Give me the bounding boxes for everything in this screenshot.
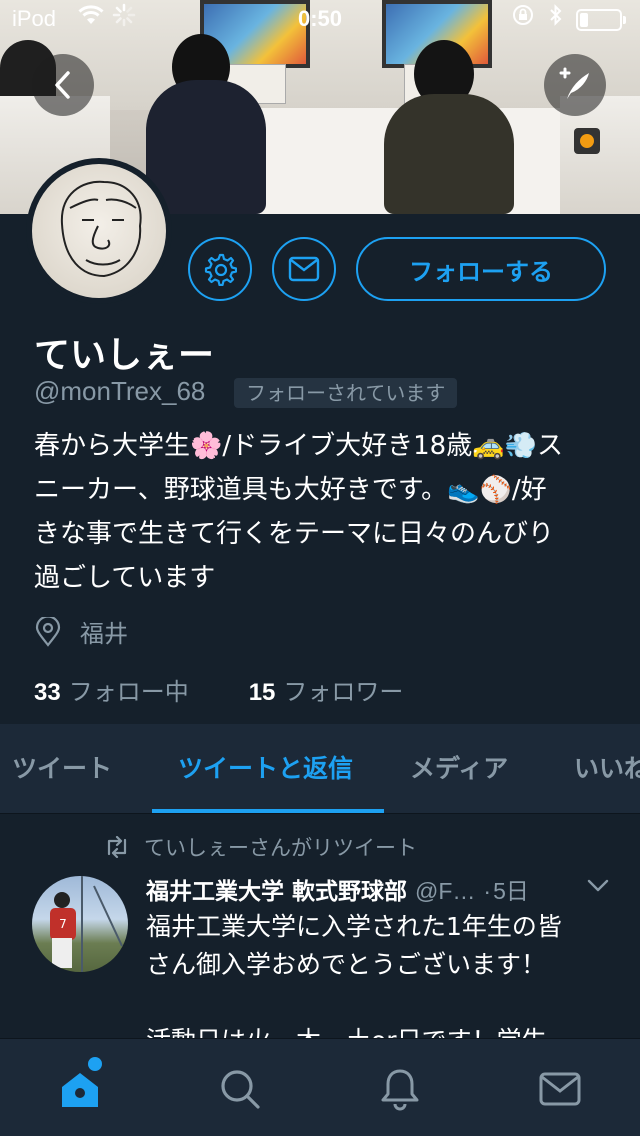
- retweet-note: ていしぇーさんがリツイート: [104, 832, 417, 862]
- bio-line: 春から大学生🌸/ドライブ大好き18歳🚕💨ス: [34, 431, 563, 461]
- tweet-author-avatar[interactable]: 7: [32, 876, 128, 972]
- avatar-sketch-face: [60, 180, 142, 278]
- followers-label: フォロワー: [283, 678, 404, 706]
- back-button[interactable]: [32, 54, 94, 116]
- follow-button[interactable]: フォローする: [356, 237, 606, 301]
- tweet-separator: ·: [483, 878, 492, 904]
- followers-count: 15: [248, 679, 276, 706]
- bell-icon: [381, 1069, 419, 1111]
- home-icon: [62, 1073, 98, 1107]
- gear-icon: [204, 253, 237, 286]
- profile-handle: @monTrex_68: [34, 376, 206, 406]
- compose-tweet-button[interactable]: [544, 54, 606, 116]
- nav-messages[interactable]: [536, 1065, 584, 1113]
- envelope-icon: [288, 256, 320, 282]
- tweet-author-name[interactable]: 福井工業大学 軟式野球部: [146, 879, 407, 905]
- bio-line: きな事で生きて行くをテーマに日々のんびり: [34, 519, 555, 549]
- header-photo-person: [384, 94, 514, 214]
- tweet[interactable]: ていしぇーさんがリツイート 7 福井工業大学 軟式野球部 @F… ·5日 福井工業大…: [0, 814, 640, 1038]
- profile-screen: iPod 0:50 フォローする ていしぇー @monTrex_68 フォローさ…: [0, 0, 640, 1136]
- active-tab-indicator: [152, 809, 384, 813]
- envelope-icon: [539, 1072, 581, 1106]
- chevron-down-icon: [587, 879, 609, 892]
- avatar[interactable]: [26, 158, 172, 304]
- tweet-time: 5日: [493, 878, 529, 904]
- bio-line: 過ごしています: [34, 563, 216, 593]
- tab-tweets-and-replies[interactable]: ツイートと返信: [178, 724, 353, 813]
- following-stat[interactable]: 33 フォロー中: [34, 672, 189, 707]
- profile-stats: 33 フォロー中 15 フォロワー: [34, 672, 463, 707]
- nav-notifications[interactable]: [376, 1065, 424, 1113]
- svg-text:7: 7: [59, 917, 67, 931]
- nav-search[interactable]: [216, 1065, 264, 1113]
- profile-tabs: ツイート ツイートと返信 メディア いいね: [0, 724, 640, 814]
- header-photo-button: [574, 128, 600, 154]
- tweet-text: 福井工業大学に入学された1年生の皆 さん御入学おめでとうございます！ 活動日は火…: [146, 908, 616, 1038]
- header-photo-person: [146, 80, 266, 214]
- profile-location: 福井: [34, 614, 128, 649]
- compose-tweet-icon: [559, 67, 589, 99]
- status-bar: iPod 0:50: [0, 0, 640, 40]
- tweet-text-line: 福井工業大学に入学された1年生の皆: [146, 912, 562, 941]
- tweet-avatar-photo: 7: [50, 876, 123, 972]
- bio-line: ニーカー、野球道具も大好きです。👟⚾/好: [34, 475, 547, 505]
- home-notification-dot: [88, 1057, 102, 1071]
- follows-you-badge: フォローされています: [234, 378, 458, 408]
- tweet-header: 福井工業大学 軟式野球部 @F… ·5日: [146, 872, 529, 906]
- following-count: 33: [34, 679, 61, 706]
- tweet-text-line: [146, 984, 616, 1022]
- following-label: フォロー中: [68, 678, 189, 706]
- bluetooth-icon: [548, 4, 564, 31]
- tweet-author-handle: @F…: [415, 878, 476, 904]
- clock: 0:50: [297, 6, 343, 31]
- retweet-note-label: ていしぇーさんがリツイート: [144, 836, 417, 860]
- message-button[interactable]: [272, 237, 336, 301]
- map-pin-icon: [35, 616, 61, 647]
- location-label: 福井: [80, 620, 128, 648]
- settings-button[interactable]: [188, 237, 252, 301]
- bottom-nav: [0, 1038, 640, 1136]
- tab-likes[interactable]: いいね: [574, 724, 640, 813]
- followers-stat[interactable]: 15 フォロワー: [249, 672, 404, 707]
- tweet-text-line: さん御入学おめでとうございます！: [146, 950, 547, 979]
- search-icon: [221, 1070, 260, 1109]
- avatar-image: [32, 164, 166, 298]
- tab-tweets[interactable]: ツイート: [12, 724, 112, 813]
- retweet-icon: [107, 836, 127, 858]
- nav-home[interactable]: [56, 1065, 104, 1113]
- battery-icon: [576, 9, 626, 31]
- profile-bio: 春から大学生🌸/ドライブ大好き18歳🚕💨ス ニーカー、野球道具も大好きです。👟⚾…: [34, 424, 624, 600]
- tweet-menu-button[interactable]: [586, 876, 610, 898]
- chevron-left-icon: [55, 71, 70, 99]
- tweet-text-line: 活動日は火、木、土or日です！学生: [146, 1022, 616, 1038]
- rotation-lock-icon: [512, 4, 534, 31]
- profile-name: ていしぇー: [34, 335, 215, 376]
- tab-media[interactable]: メディア: [410, 724, 508, 813]
